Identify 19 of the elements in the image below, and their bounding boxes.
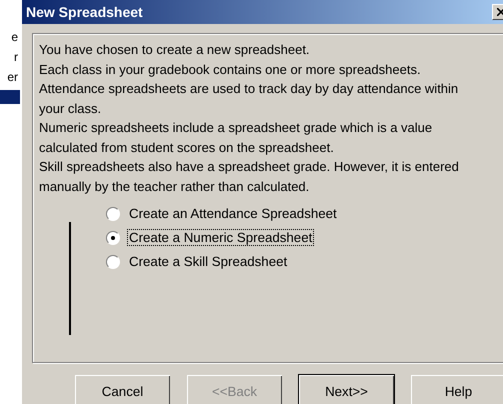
- info-text: You have chosen to create a new spreadsheet.: [39, 41, 311, 59]
- dialog-button[interactable]: Next>>: [298, 374, 395, 404]
- info-text: Attendance spreadsheets are used to track day by day attendance within your class.: [39, 80, 460, 118]
- background-text: e: [10, 30, 19, 44]
- radio-button[interactable]: [106, 230, 120, 244]
- close-icon: [497, 8, 503, 16]
- info-text: Each class in your gradebook contains one or more spreadsheets.: [39, 60, 422, 79]
- background-text: r: [13, 50, 19, 64]
- info-text: Numeric spreadsheets include a spreadsheet grade which is a value calculated from student scores on the spreadsheet.: [39, 119, 434, 157]
- window-title: New Spreadsheet: [26, 4, 143, 20]
- dialog-button[interactable]: Cancel: [74, 374, 171, 404]
- background-text: er: [6, 70, 19, 84]
- dialog-button[interactable]: Help: [410, 374, 503, 404]
- radio-option[interactable]: Create a Skill Spreadsheet: [106, 254, 499, 269]
- radio-option[interactable]: Create a Numeric Spreadsheet: [106, 230, 499, 245]
- radio-button[interactable]: [106, 206, 120, 220]
- info-text: Skill spreadsheets also have a spreadsheet grade. However, it is entered manually by the teacher rather than calculated.: [39, 158, 460, 196]
- radio-option[interactable]: Create an Attendance Spreadsheet: [106, 206, 499, 221]
- radio-button[interactable]: [106, 254, 120, 268]
